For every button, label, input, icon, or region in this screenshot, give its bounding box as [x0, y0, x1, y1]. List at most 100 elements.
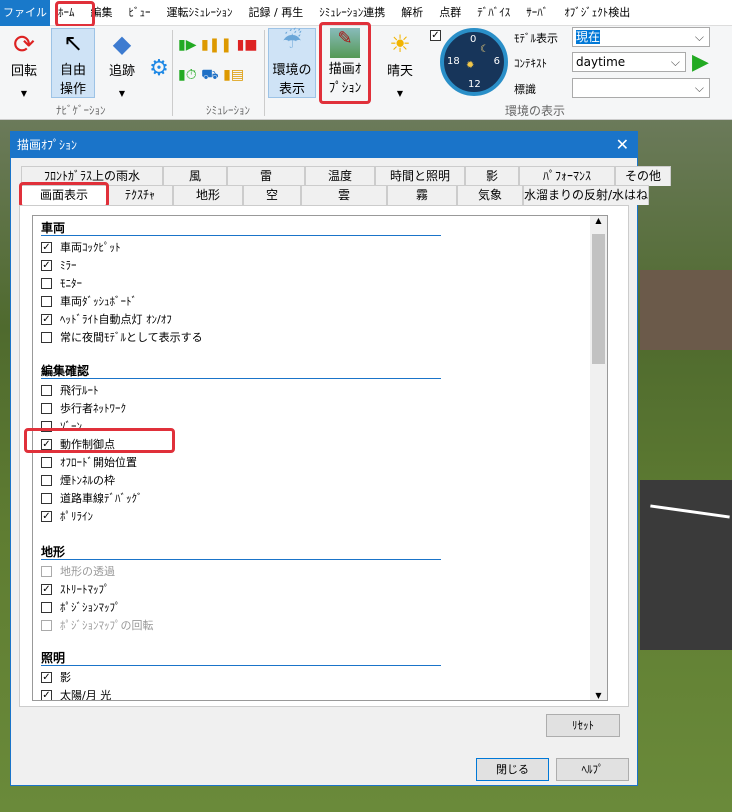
reset-button[interactable]: ﾘｾｯﾄ — [546, 714, 620, 737]
tab[interactable]: 時間と照明 — [375, 166, 465, 186]
option-label: ﾐﾗｰ — [60, 259, 77, 272]
option-item[interactable]: ｵﾌﾛｰﾄﾞ開始位置 — [41, 453, 137, 471]
checkbox[interactable] — [41, 331, 52, 343]
checkbox[interactable] — [41, 295, 52, 307]
option-item[interactable]: 常に夜間ﾓﾃﾞﾙとして表示する — [41, 328, 203, 346]
tab[interactable]: その他 — [615, 166, 671, 186]
option-item[interactable]: ✓ 太陽/月 光 — [41, 686, 111, 700]
tab[interactable]: 空 — [243, 185, 301, 205]
signal-list-icon[interactable]: ▮▤ — [223, 67, 244, 83]
tab[interactable]: 気象 — [457, 185, 523, 205]
sign-select[interactable] — [572, 78, 710, 98]
clock-dial[interactable]: 0 6 12 18 ☾ ✹ — [440, 28, 508, 96]
signal-play-icon[interactable]: ▮▶ — [178, 37, 196, 53]
option-item[interactable]: ✓ 影 — [41, 668, 71, 686]
environment-checkbox[interactable]: ✓ — [430, 30, 441, 41]
option-label: 煙ﾄﾝﾈﾙの枠 — [60, 474, 115, 487]
draw-options-dialog: 描画ｵﾌﾟｼｮﾝ ✕ ﾌﾛﾝﾄｶﾞﾗｽ上の雨水風雷温度 時間と照明影ﾊﾟﾌｫｰﾏﾝｽ… — [10, 131, 671, 786]
sun-icon: ✹ — [466, 60, 475, 71]
checkbox[interactable] — [41, 384, 52, 396]
menu-server[interactable]: ｻｰﾊﾞ — [518, 0, 556, 26]
group-environment-label: 環境の表示 — [505, 104, 566, 118]
cursor-icon: ↖ — [62, 29, 84, 57]
model-display-select[interactable]: 現在 — [572, 27, 710, 47]
checkbox[interactable]: ✓ — [41, 510, 52, 522]
checkbox[interactable] — [41, 619, 52, 631]
close-button[interactable]: 閉じる — [476, 758, 549, 781]
environment-display-button[interactable]: ☔ 環境の表示 — [268, 28, 316, 98]
group-header: 照明 — [41, 649, 441, 666]
checkbox[interactable]: ✓ — [41, 689, 52, 700]
tab[interactable]: 雷 — [227, 166, 305, 186]
option-item[interactable]: ﾎﾟｼﾞｼｮﾝﾏｯﾌﾟ — [41, 598, 121, 616]
menu-view[interactable]: ﾋﾞｭｰ — [121, 0, 159, 26]
menu-drive-sim[interactable]: 運転ｼﾐｭﾚｰｼｮﾝ — [159, 0, 241, 26]
scrollbar[interactable]: ▲ ▼ — [590, 216, 607, 700]
option-item[interactable]: ✓ ﾍｯﾄﾞﾗｲﾄ自動点灯 ｵﾝ/ｵﾌ — [41, 310, 172, 328]
signal-timer-icon[interactable]: ▮⏱ — [178, 67, 197, 83]
option-item[interactable]: ﾓﾆﾀｰ — [41, 274, 82, 292]
group-simulation-label: ｼﾐｭﾚｰｼｮﾝ — [206, 104, 250, 117]
checkbox[interactable] — [41, 402, 52, 414]
dialog-title-bar[interactable]: 描画ｵﾌﾟｼｮﾝ ✕ — [11, 132, 637, 158]
option-label: 道路車線ﾃﾞﾊﾞｯｸﾞ — [60, 492, 143, 505]
checkbox[interactable]: ✓ — [41, 259, 52, 271]
menu-analysis[interactable]: 解析 — [393, 0, 431, 26]
tab[interactable]: ﾊﾟﾌｫｰﾏﾝｽ — [519, 166, 615, 186]
tab[interactable]: 水溜まりの反射/水はね — [523, 185, 649, 205]
option-item[interactable]: ✓ ﾐﾗｰ — [41, 256, 77, 274]
option-item[interactable]: 道路車線ﾃﾞﾊﾞｯｸﾞ — [41, 489, 143, 507]
option-label: ﾎﾟｼﾞｼｮﾝﾏｯﾌﾟ — [60, 601, 121, 614]
tab[interactable]: ﾃｸｽﾁｬ — [107, 185, 173, 205]
option-label: ﾍｯﾄﾞﾗｲﾄ自動点灯 ｵﾝ/ｵﾌ — [60, 313, 172, 326]
menu-object-detect[interactable]: ｵﾌﾞｼﾞｪｸﾄ検出 — [556, 0, 638, 26]
tab[interactable]: 雲 — [301, 185, 387, 205]
play-icon[interactable]: ▶ — [692, 50, 709, 75]
checkbox[interactable] — [41, 474, 52, 486]
option-item[interactable]: 車両ﾀﾞｯｼｭﾎﾞｰﾄﾞ — [41, 292, 137, 310]
menu-pointcloud[interactable]: 点群 — [431, 0, 469, 26]
context-select[interactable]: daytime — [572, 52, 686, 72]
checkbox[interactable]: ✓ — [41, 241, 52, 253]
menu-record[interactable]: 記録 / 再生 — [241, 0, 312, 26]
close-icon[interactable]: ✕ — [616, 132, 629, 158]
signal-buttons[interactable]: ▮▶ ▮❚❚ ▮■ ▮⏱ ⛟ ▮▤ — [178, 30, 268, 100]
checkbox[interactable] — [41, 456, 52, 468]
option-item[interactable]: ✓ ﾎﾟﾘﾗｲﾝ — [41, 507, 93, 525]
option-item[interactable]: 煙ﾄﾝﾈﾙの枠 — [41, 471, 115, 489]
checkbox[interactable] — [41, 601, 52, 613]
settings-icon[interactable]: ⚙ — [146, 56, 172, 81]
tab[interactable]: 地形 — [173, 185, 243, 205]
option-label: 車両ﾀﾞｯｼｭﾎﾞｰﾄﾞ — [60, 295, 137, 308]
tab[interactable]: 温度 — [305, 166, 375, 186]
option-item[interactable]: ﾎﾟｼﾞｼｮﾝﾏｯﾌﾟの回転 — [41, 616, 154, 634]
cars-icon[interactable]: ⛟ — [201, 67, 219, 83]
scroll-thumb[interactable] — [592, 234, 605, 364]
checkbox[interactable] — [41, 277, 52, 289]
free-operation-button[interactable]: ↖ 自由操作 — [51, 28, 95, 98]
option-label: ﾓﾆﾀｰ — [60, 277, 82, 290]
highlight-motion-control — [24, 428, 175, 453]
option-item[interactable]: 飛行ﾙｰﾄ — [41, 381, 99, 399]
menu-file[interactable]: ファイル — [0, 0, 50, 26]
option-item[interactable]: ✓ 車両ｺｯｸﾋﾟｯﾄ — [41, 238, 121, 256]
checkbox[interactable]: ✓ — [41, 313, 52, 325]
moon-icon: ☾ — [480, 44, 489, 55]
tab[interactable]: 影 — [465, 166, 519, 186]
signal-stop-icon[interactable]: ▮■ — [237, 37, 258, 53]
tab[interactable]: 霧 — [387, 185, 457, 205]
checkbox[interactable]: ✓ — [41, 583, 52, 595]
checkbox[interactable] — [41, 492, 52, 504]
menu-device[interactable]: ﾃﾞﾊﾞｲｽ — [469, 0, 518, 26]
option-item[interactable]: 地形の透過 — [41, 562, 115, 580]
option-item[interactable]: 歩行者ﾈｯﾄﾜｰｸ — [41, 399, 126, 417]
checkbox[interactable]: ✓ — [41, 671, 52, 683]
signal-pause-icon[interactable]: ▮❚❚ — [201, 37, 232, 53]
rotate-button[interactable]: ⟳ 回転 ▼ — [6, 30, 42, 98]
tab[interactable]: 風 — [163, 166, 227, 186]
option-item[interactable]: ✓ ｽﾄﾘｰﾄﾏｯﾌﾟ — [41, 580, 110, 598]
track-button[interactable]: ◆ 追跡 ▼ — [104, 30, 140, 98]
weather-button[interactable]: ☀ 晴天 ▼ — [378, 30, 422, 98]
checkbox[interactable] — [41, 565, 52, 577]
help-button[interactable]: ﾍﾙﾌﾟ — [556, 758, 629, 781]
